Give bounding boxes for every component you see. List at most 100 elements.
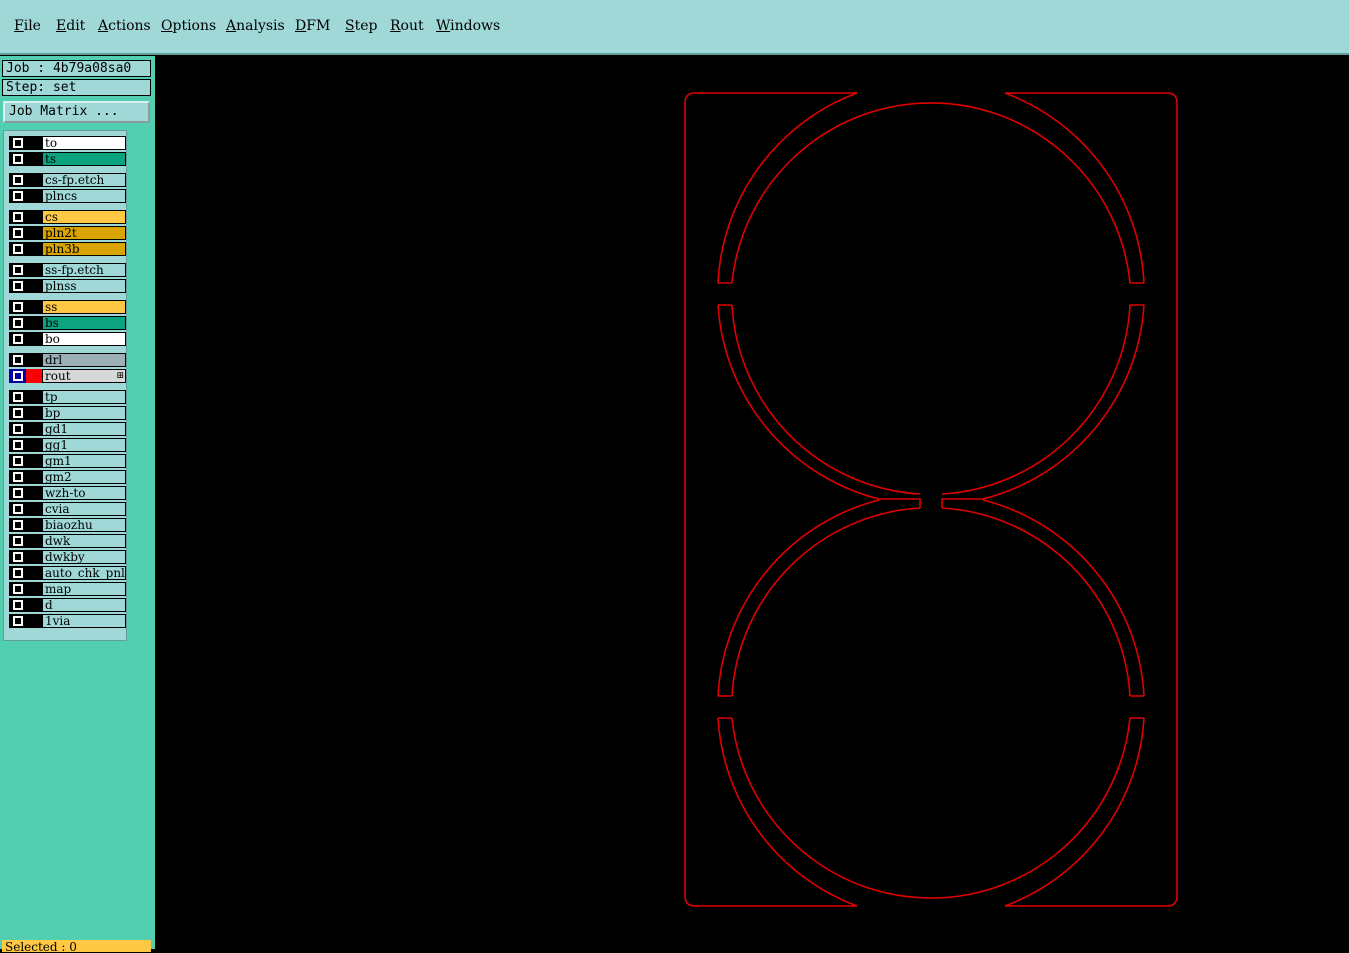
layer-row-rout[interactable]: rout ⊞ xyxy=(9,369,126,383)
layer-checkbox[interactable] xyxy=(9,332,26,346)
layer-checkbox[interactable] xyxy=(9,173,26,187)
layer-checkbox[interactable] xyxy=(9,502,26,516)
layer-row-tp[interactable]: tp xyxy=(9,390,126,404)
layer-row-drl[interactable]: drl xyxy=(9,353,126,367)
layer-checkbox[interactable] xyxy=(9,598,26,612)
menu-options[interactable]: Options xyxy=(161,18,216,34)
layer-name[interactable]: bo xyxy=(42,332,126,346)
layer-row-bo[interactable]: bo xyxy=(9,332,126,346)
job-matrix-button[interactable]: Job Matrix ... xyxy=(3,101,150,123)
layer-checkbox[interactable] xyxy=(9,242,26,256)
layer-name[interactable]: ts xyxy=(42,152,126,166)
layer-row-ss[interactable]: ss xyxy=(9,300,126,314)
layer-name[interactable]: gm1 xyxy=(42,454,126,468)
layer-row-gg1[interactable]: gg1 xyxy=(9,438,126,452)
layer-row-cs[interactable]: cs xyxy=(9,210,126,224)
layer-checkbox[interactable] xyxy=(9,438,26,452)
layer-row-to[interactable]: to xyxy=(9,136,126,150)
layer-row-bp[interactable]: bp xyxy=(9,406,126,420)
layer-name[interactable]: gm2 xyxy=(42,470,126,484)
menu-edit[interactable]: Edit xyxy=(56,18,85,34)
layer-name[interactable]: gg1 xyxy=(42,438,126,452)
layer-name[interactable]: d xyxy=(42,598,126,612)
layer-checkbox[interactable] xyxy=(9,486,26,500)
layer-name[interactable]: dwk xyxy=(42,534,126,548)
layer-row-pln3b[interactable]: pln3b xyxy=(9,242,126,256)
layer-row-gd1[interactable]: gd1 xyxy=(9,422,126,436)
layer-name[interactable]: cvia xyxy=(42,502,126,516)
layer-row-bs[interactable]: bs xyxy=(9,316,126,330)
layer-row-biaozhu[interactable]: biaozhu xyxy=(9,518,126,532)
layer-checkbox[interactable] xyxy=(9,518,26,532)
layer-checkbox[interactable] xyxy=(9,210,26,224)
layer-name[interactable]: 1via xyxy=(42,614,126,628)
layer-name[interactable]: plncs xyxy=(42,189,126,203)
layer-name[interactable]: tp xyxy=(42,390,126,404)
layer-name[interactable]: bs xyxy=(42,316,126,330)
layer-name[interactable]: pln3b xyxy=(42,242,126,256)
layer-name[interactable]: map xyxy=(42,582,126,596)
layer-row-dwk[interactable]: dwk xyxy=(9,534,126,548)
menu-file[interactable]: File xyxy=(14,18,41,34)
layer-checkbox[interactable] xyxy=(9,534,26,548)
layer-name[interactable]: bp xyxy=(42,406,126,420)
layer-checkbox[interactable] xyxy=(9,300,26,314)
layer-checkbox[interactable] xyxy=(9,226,26,240)
graphic-canvas[interactable] xyxy=(157,56,1349,949)
layer-checkbox[interactable] xyxy=(9,136,26,150)
layer-checkbox[interactable] xyxy=(9,152,26,166)
layer-checkbox[interactable] xyxy=(9,390,26,404)
layer-name[interactable]: cs-fp.etch xyxy=(42,173,126,187)
layer-name[interactable]: biaozhu xyxy=(42,518,126,532)
layer-name[interactable]: auto_chk_pnl xyxy=(42,566,126,580)
layer-checkbox[interactable] xyxy=(9,566,26,580)
layer-name[interactable]: pln2t xyxy=(42,226,126,240)
layer-name[interactable]: plnss xyxy=(42,279,126,293)
layer-row-plncs[interactable]: plncs xyxy=(9,189,126,203)
layer-row-ts[interactable]: ts xyxy=(9,152,126,166)
layer-row-cvia[interactable]: cvia xyxy=(9,502,126,516)
menu-dfm[interactable]: DFM xyxy=(295,18,330,34)
menu-step[interactable]: Step xyxy=(345,18,377,34)
layer-checkbox[interactable] xyxy=(9,454,26,468)
layer-name[interactable]: drl xyxy=(42,353,126,367)
layer-row-wzh-to[interactable]: wzh-to xyxy=(9,486,126,500)
layer-row-gm2[interactable]: gm2 xyxy=(9,470,126,484)
layer-row-gm1[interactable]: gm1 xyxy=(9,454,126,468)
layer-checkbox[interactable] xyxy=(9,614,26,628)
layer-checkbox[interactable] xyxy=(9,470,26,484)
layer-row-map[interactable]: map xyxy=(9,582,126,596)
layer-row-cs-fp.etch[interactable]: cs-fp.etch xyxy=(9,173,126,187)
layer-row-dwkby[interactable]: dwkby xyxy=(9,550,126,564)
menu-rout[interactable]: Rout xyxy=(390,18,424,34)
layer-checkbox[interactable] xyxy=(9,582,26,596)
layer-color-swatch xyxy=(26,316,42,330)
layer-row-1via[interactable]: 1via xyxy=(9,614,126,628)
layer-row-plnss[interactable]: plnss xyxy=(9,279,126,293)
layer-checkbox[interactable] xyxy=(9,406,26,420)
menu-analysis[interactable]: Analysis xyxy=(226,18,285,34)
layer-name[interactable]: wzh-to xyxy=(42,486,126,500)
layer-name[interactable]: rout ⊞ xyxy=(42,369,126,383)
layer-checkbox[interactable] xyxy=(9,550,26,564)
layer-checkbox[interactable] xyxy=(9,316,26,330)
layer-name[interactable]: cs xyxy=(42,210,126,224)
layer-row-pln2t[interactable]: pln2t xyxy=(9,226,126,240)
layer-row-d[interactable]: d xyxy=(9,598,126,612)
menu-actions[interactable]: Actions xyxy=(98,18,151,34)
layer-name[interactable]: gd1 xyxy=(42,422,126,436)
layer-color-swatch xyxy=(26,406,42,420)
layer-name[interactable]: dwkby xyxy=(42,550,126,564)
layer-row-ss-fp.etch[interactable]: ss-fp.etch xyxy=(9,263,126,277)
layer-row-auto_chk_pnl[interactable]: auto_chk_pnl xyxy=(9,566,126,580)
layer-checkbox[interactable] xyxy=(9,422,26,436)
layer-checkbox[interactable] xyxy=(9,353,26,367)
layer-name[interactable]: to xyxy=(42,136,126,150)
layer-name[interactable]: ss-fp.etch xyxy=(42,263,126,277)
layer-checkbox[interactable] xyxy=(9,189,26,203)
layer-name[interactable]: ss xyxy=(42,300,126,314)
layer-checkbox[interactable] xyxy=(9,279,26,293)
menu-windows[interactable]: Windows xyxy=(436,18,500,34)
layer-checkbox[interactable] xyxy=(9,263,26,277)
layer-checkbox[interactable] xyxy=(9,369,26,383)
